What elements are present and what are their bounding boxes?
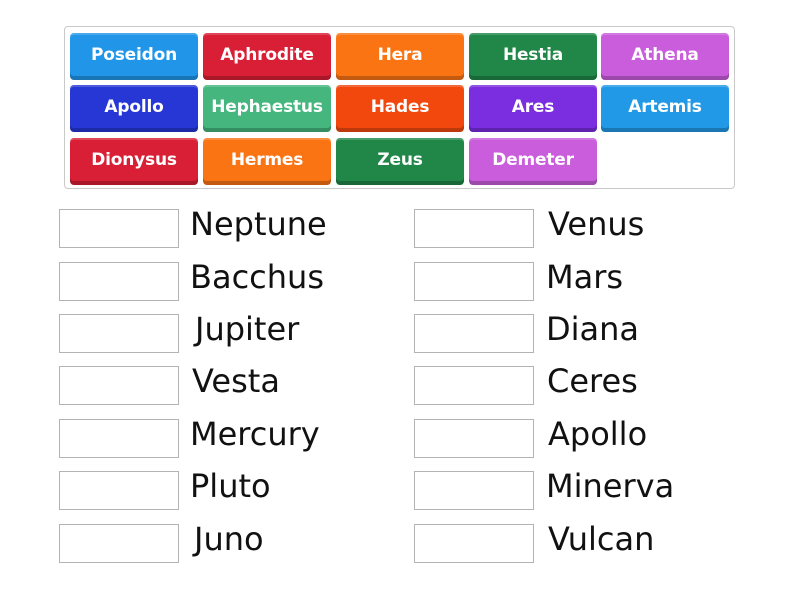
tile-bank: Poseidon Aphrodite Hera Hestia Athena Ap… [64, 26, 735, 189]
drop-slot[interactable] [414, 419, 534, 458]
target-label: Juno [194, 520, 264, 558]
drop-slot[interactable] [414, 209, 534, 248]
target-label: Ceres [547, 362, 638, 400]
drop-slot[interactable] [59, 524, 179, 563]
target-label: Jupiter [195, 310, 300, 348]
target-label: Apollo [548, 415, 648, 453]
target-label: Mercury [190, 415, 320, 453]
tile-ares[interactable]: Ares [469, 85, 597, 132]
tile-hephaestus[interactable]: Hephaestus [203, 85, 331, 132]
drop-slot[interactable] [59, 366, 179, 405]
drop-slot[interactable] [414, 314, 534, 353]
tile-hestia[interactable]: Hestia [469, 33, 597, 80]
drop-slot[interactable] [59, 314, 179, 353]
drop-slot[interactable] [59, 262, 179, 301]
drop-slot[interactable] [414, 366, 534, 405]
target-label: Neptune [190, 205, 327, 243]
tile-hades[interactable]: Hades [336, 85, 464, 132]
target-label: Vesta [192, 362, 280, 400]
tile-hermes[interactable]: Hermes [203, 138, 331, 185]
drop-slot[interactable] [59, 419, 179, 458]
drop-slot[interactable] [414, 471, 534, 510]
tile-artemis[interactable]: Artemis [601, 85, 729, 132]
target-label: Venus [548, 205, 645, 243]
target-label: Diana [546, 310, 640, 348]
drop-slot[interactable] [414, 524, 534, 563]
tile-apollo[interactable]: Apollo [70, 85, 198, 132]
tile-demeter[interactable]: Demeter [469, 138, 597, 185]
tile-hera[interactable]: Hera [336, 33, 464, 80]
tile-zeus[interactable]: Zeus [336, 138, 464, 185]
drop-slot[interactable] [59, 209, 179, 248]
target-label: Pluto [190, 467, 271, 505]
tile-poseidon[interactable]: Poseidon [70, 33, 198, 80]
tile-athena[interactable]: Athena [601, 33, 729, 80]
target-label: Vulcan [548, 520, 655, 558]
target-label: Mars [546, 258, 624, 296]
drop-slot[interactable] [59, 471, 179, 510]
tile-dionysus[interactable]: Dionysus [70, 138, 198, 185]
target-label: Minerva [546, 467, 675, 505]
target-label: Bacchus [190, 258, 324, 296]
tile-aphrodite[interactable]: Aphrodite [203, 33, 331, 80]
drop-slot[interactable] [414, 262, 534, 301]
